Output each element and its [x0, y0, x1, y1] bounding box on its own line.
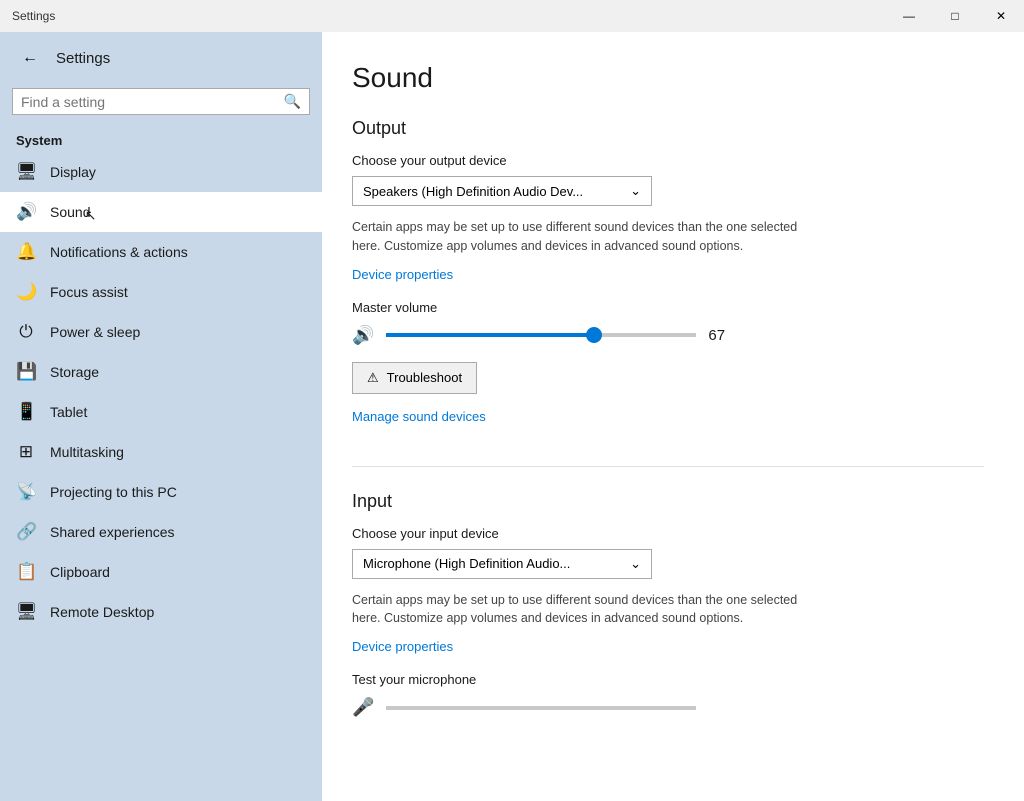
output-section-title: Output — [352, 118, 984, 139]
sound-icon: 🔊 — [16, 202, 36, 222]
warning-icon: ⚠ — [367, 370, 379, 386]
power-icon: ⏻ — [16, 322, 36, 342]
sidebar: ← Settings 🔍 System 🖥 Display 🔊 Sound ↖ … — [0, 32, 322, 801]
chevron-down-icon: ⌄ — [630, 556, 641, 572]
section-divider — [352, 466, 984, 467]
back-icon: ← — [22, 49, 38, 67]
sidebar-item-label: Shared experiences — [50, 524, 175, 540]
volume-row: 🔊 67 — [352, 325, 984, 346]
titlebar-title: Settings — [12, 9, 55, 23]
input-device-dropdown[interactable]: Microphone (High Definition Audio... ⌄ — [352, 549, 652, 579]
sidebar-item-clipboard[interactable]: 📋 Clipboard — [0, 552, 322, 592]
titlebar: Settings — □ ✕ — [0, 0, 1024, 32]
notifications-icon: 🔔 — [16, 242, 36, 262]
volume-icon: 🔊 — [352, 325, 374, 346]
sidebar-header: ← Settings — [0, 32, 322, 84]
output-desc: Certain apps may be set up to use differ… — [352, 218, 802, 256]
sidebar-item-label: Remote Desktop — [50, 604, 154, 620]
clipboard-icon: 📋 — [16, 562, 36, 582]
search-box[interactable]: 🔍 — [12, 88, 310, 115]
input-desc: Certain apps may be set up to use differ… — [352, 591, 802, 629]
sidebar-item-label: Display — [50, 164, 96, 180]
sidebar-item-label: Notifications & actions — [50, 244, 188, 260]
slider-thumb[interactable] — [586, 327, 602, 343]
output-device-value: Speakers (High Definition Audio Dev... — [363, 184, 583, 199]
troubleshoot-button[interactable]: ⚠ Troubleshoot — [352, 362, 477, 394]
multitasking-icon: ⊞ — [16, 442, 36, 462]
content-area: Sound Output Choose your output device S… — [322, 32, 1024, 801]
sidebar-item-notifications[interactable]: 🔔 Notifications & actions — [0, 232, 322, 272]
output-device-properties-link[interactable]: Device properties — [352, 267, 453, 282]
mic-row: 🎤 — [352, 697, 984, 718]
input-device-label: Choose your input device — [352, 526, 984, 541]
input-device-properties-link[interactable]: Device properties — [352, 639, 453, 654]
sidebar-item-focus[interactable]: 🌙 Focus assist — [0, 272, 322, 312]
sidebar-item-remote[interactable]: 🖥 Remote Desktop — [0, 592, 322, 632]
chevron-down-icon: ⌄ — [630, 183, 641, 199]
sidebar-item-projecting[interactable]: 📡 Projecting to this PC — [0, 472, 322, 512]
sidebar-item-display[interactable]: 🖥 Display — [0, 152, 322, 192]
sidebar-item-label: Focus assist — [50, 284, 128, 300]
microphone-icon: 🎤 — [352, 697, 374, 718]
sidebar-item-power[interactable]: ⏻ Power & sleep — [0, 312, 322, 352]
sidebar-app-title: Settings — [56, 50, 110, 67]
output-device-dropdown[interactable]: Speakers (High Definition Audio Dev... ⌄ — [352, 176, 652, 206]
volume-slider[interactable] — [386, 333, 696, 337]
sidebar-item-label: Projecting to this PC — [50, 484, 177, 500]
cursor: ↖ — [85, 207, 97, 224]
display-icon: 🖥 — [16, 162, 36, 182]
sidebar-item-label: Clipboard — [50, 564, 110, 580]
sidebar-item-label: Tablet — [50, 404, 87, 420]
maximize-button[interactable]: □ — [932, 0, 978, 32]
projecting-icon: 📡 — [16, 482, 36, 502]
sidebar-item-label: Power & sleep — [50, 324, 140, 340]
output-device-label: Choose your output device — [352, 153, 984, 168]
storage-icon: 💾 — [16, 362, 36, 382]
page-title: Sound — [352, 62, 984, 94]
master-volume-label: Master volume — [352, 300, 984, 315]
remote-icon: 🖥 — [16, 602, 36, 622]
system-label: System — [0, 127, 322, 152]
input-device-value: Microphone (High Definition Audio... — [363, 556, 570, 571]
sidebar-item-shared[interactable]: 🔗 Shared experiences — [0, 512, 322, 552]
input-section-title: Input — [352, 491, 984, 512]
sidebar-item-label: Storage — [50, 364, 99, 380]
focus-icon: 🌙 — [16, 282, 36, 302]
sidebar-item-tablet[interactable]: 📱 Tablet — [0, 392, 322, 432]
sidebar-item-label: Sound ↖ — [50, 204, 90, 220]
minimize-button[interactable]: — — [886, 0, 932, 32]
tablet-icon: 📱 — [16, 402, 36, 422]
sidebar-item-storage[interactable]: 💾 Storage — [0, 352, 322, 392]
mic-level-fill — [386, 706, 392, 710]
sidebar-item-label: Multitasking — [50, 444, 124, 460]
search-icon: 🔍 — [284, 93, 301, 110]
volume-value: 67 — [708, 327, 738, 344]
close-button[interactable]: ✕ — [978, 0, 1024, 32]
sidebar-item-multitasking[interactable]: ⊞ Multitasking — [0, 432, 322, 472]
back-button[interactable]: ← — [16, 44, 44, 72]
troubleshoot-label: Troubleshoot — [387, 370, 462, 385]
mic-test-label: Test your microphone — [352, 672, 984, 687]
slider-fill — [386, 333, 594, 337]
sidebar-item-sound[interactable]: 🔊 Sound ↖ — [0, 192, 322, 232]
mic-level-track — [386, 706, 696, 710]
manage-sound-devices-link[interactable]: Manage sound devices — [352, 409, 486, 424]
shared-icon: 🔗 — [16, 522, 36, 542]
search-input[interactable] — [21, 94, 278, 110]
titlebar-controls: — □ ✕ — [886, 0, 1024, 32]
app-layout: ← Settings 🔍 System 🖥 Display 🔊 Sound ↖ … — [0, 32, 1024, 801]
